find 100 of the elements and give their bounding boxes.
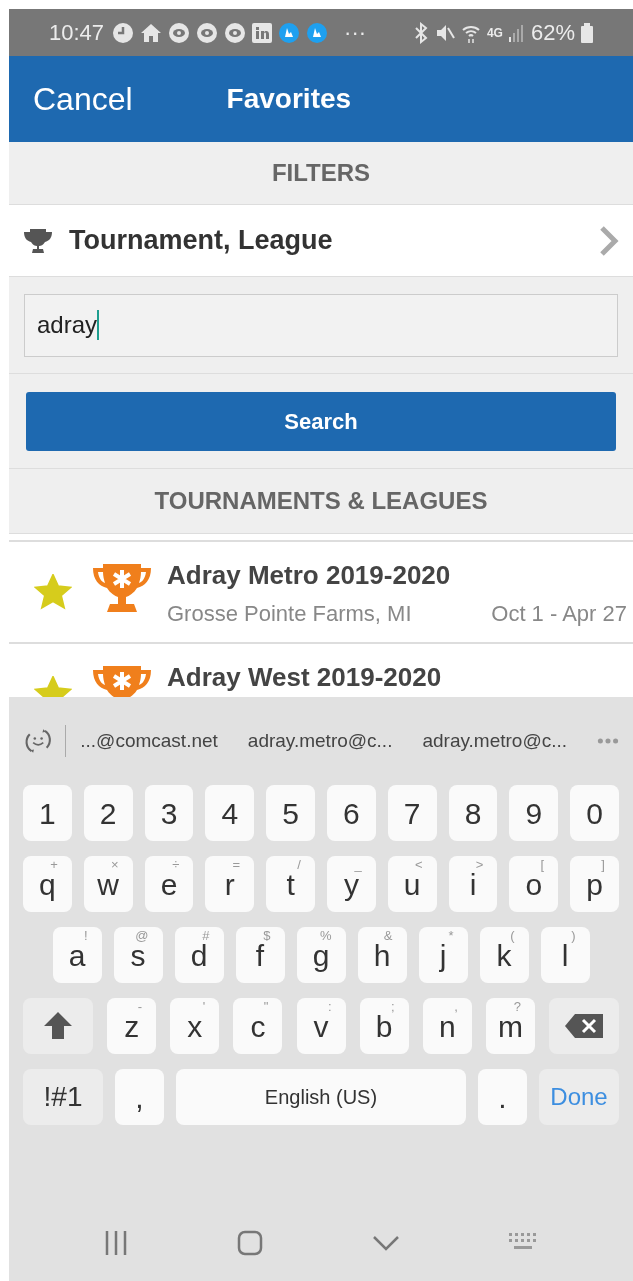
clock-time: 10:47 [49,19,105,47]
keyboard-key[interactable]: t / [266,856,315,912]
keyboard-key[interactable]: h & [357,927,407,983]
key-hint: # [202,929,210,942]
key-hint: ; [391,1000,395,1013]
chevron-down-icon[interactable] [371,1235,400,1251]
home-button-icon[interactable] [236,1230,263,1256]
keyboard-key[interactable]: d # [174,927,224,983]
cancel-button[interactable]: Cancel [33,75,133,123]
keyboard-key[interactable]: . [478,1069,527,1125]
shift-arrow-icon [42,1010,74,1042]
suggestion-chip[interactable]: adray.metro@c... [247,726,393,756]
key-hint: : [327,1000,332,1013]
keyboard-key[interactable]: r = [205,856,255,912]
keyboard-key[interactable]: v : [296,998,346,1054]
key-hint: / [297,858,301,871]
key-hint: > [475,858,484,871]
tournament-title: Adray West 2019-2020 [167,661,443,694]
more-dots-icon[interactable] [597,737,619,745]
keyboard-key[interactable]: n , [422,998,472,1054]
space-key[interactable]: English (US) [176,1069,466,1125]
keyboard-key[interactable]: j * [418,927,468,983]
keyboard-key[interactable]: 3 [144,785,194,841]
shift-key[interactable] [23,998,93,1054]
key-hint: ÷ [172,858,180,871]
key-hint: [ [540,858,545,871]
key-hint: ] [601,858,605,871]
bluetooth-icon [412,21,429,44]
section-title: TOURNAMENTS & LEAGUES [154,486,488,516]
keyboard-key[interactable]: p ] [570,856,619,912]
keyboard-key[interactable]: a ! [52,927,102,983]
favorite-star-icon[interactable] [34,574,72,610]
symbols-key[interactable]: !#1 [23,1069,103,1125]
keyboard-key[interactable]: q + [23,856,72,912]
key-hint: , [454,1000,458,1013]
keyboard-key[interactable]: 7 [387,785,437,841]
clock-icon [112,21,135,44]
search-input-value: adray [37,310,98,340]
keyboard-key[interactable]: , [115,1069,164,1125]
keyboard-key[interactable]: e ÷ [144,856,194,912]
key-hint: ? [513,1000,521,1013]
network-type: 4G [486,26,503,39]
keyboard-key[interactable]: 1 [23,785,72,841]
tournament-title: Adray Metro 2019-2020 [167,559,452,592]
signal-icon [508,23,525,42]
keyboard-key[interactable]: w × [83,856,133,912]
keyboard-key[interactable]: c " [233,998,283,1054]
keyboard-key[interactable]: m ? [485,998,535,1054]
keyboard-key[interactable]: 9 [509,785,559,841]
tournament-location: Grosse Pointe Farms, MI [167,600,412,628]
keyboard-key[interactable]: g % [296,927,346,983]
keyboard-key[interactable]: 6 [327,785,376,841]
keyboard-key[interactable]: 5 [266,785,315,841]
eye-icon [168,21,191,44]
key-hint: ) [571,929,576,942]
keyboard-key[interactable]: 2 [83,785,133,841]
key-hint: < [415,858,423,871]
key-hint: + [50,858,58,871]
key-hint: = [232,858,241,871]
keyboard-key[interactable]: s @ [113,927,163,983]
keyboard-key[interactable]: i > [448,856,498,912]
key-hint: $ [263,929,271,942]
recent-apps-icon[interactable] [103,1230,128,1256]
key-hint: ' [202,1000,206,1013]
key-hint: ! [83,929,88,942]
key-hint: & [383,929,393,942]
key-hint: @ [135,929,149,942]
key-hint: ( [510,929,515,942]
key-hint: × [111,858,119,871]
eye-icon [196,21,219,44]
keyboard-key[interactable]: 0 [570,785,619,841]
keyboard-key[interactable]: y _ [327,856,376,912]
keyboard-key[interactable]: o [ [509,856,559,912]
keyboard-key[interactable]: f $ [235,927,285,983]
backspace-key[interactable] [549,998,619,1054]
keyboard-key[interactable]: u < [387,856,437,912]
backspace-icon [565,1014,603,1038]
keyboard-key[interactable]: k ( [479,927,529,983]
more-notifications: ··· [344,19,367,47]
suggestion-chip[interactable]: ...@comcast.net [80,726,218,756]
app-badge-icon [306,21,329,44]
search-button[interactable]: Search [26,391,616,451]
suggestion-chip[interactable]: adray.metro@c... [422,726,567,756]
keyboard-key[interactable]: 8 [448,785,498,841]
app-badge-icon [278,21,301,44]
section-title: FILTERS [271,158,371,188]
chevron-right-icon [599,224,619,257]
keyboard-key[interactable]: z - [107,998,157,1054]
keyboard-key[interactable]: x ' [170,998,220,1054]
network-square-icon [252,22,273,43]
keyboard-key[interactable]: l ) [540,927,590,983]
battery-icon [581,22,593,43]
tournament-dates: Oct 1 - Apr 27 [491,600,627,628]
trophy-icon [23,227,53,254]
keyboard-key[interactable]: 4 [205,785,255,841]
keyboard-key[interactable]: b ; [359,998,409,1054]
key-hint: % [319,929,332,942]
search-input-field[interactable]: adray [24,293,618,357]
key-hint: * [448,929,454,942]
key-hint: - [137,1000,143,1013]
